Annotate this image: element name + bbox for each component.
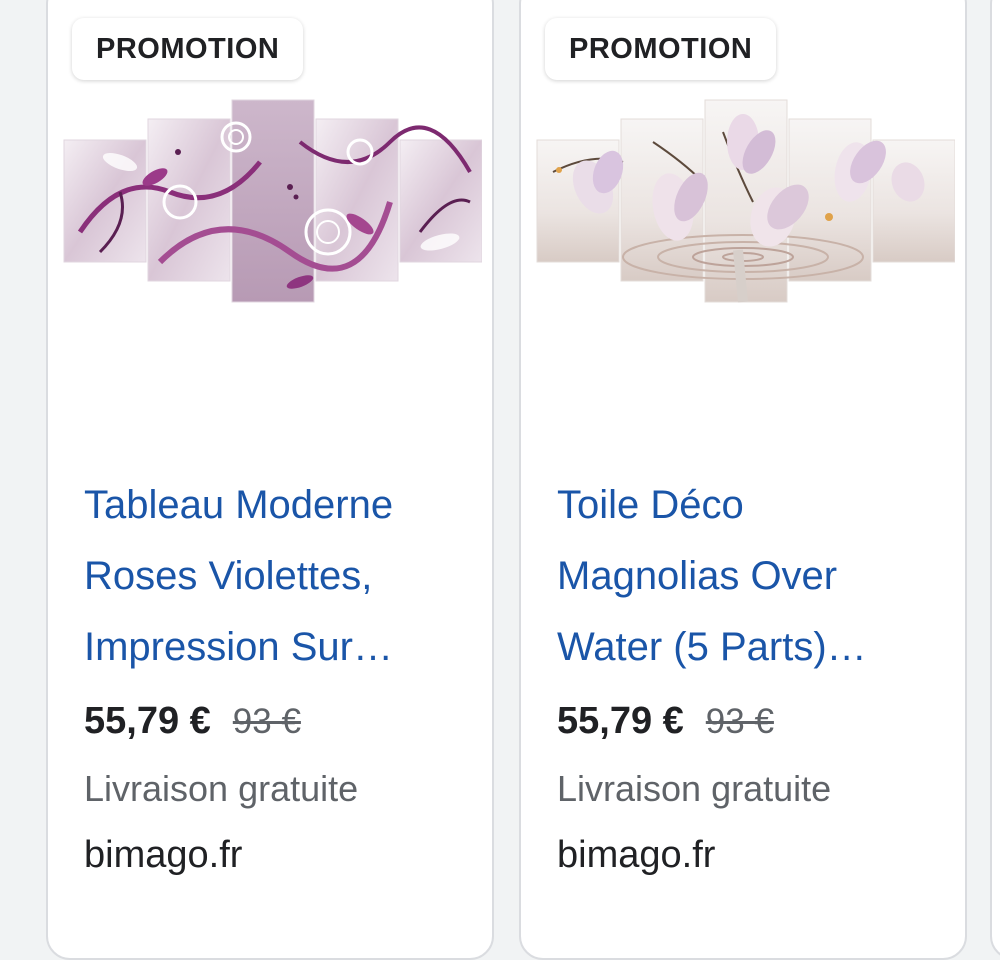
promotion-badge: PROMOTION bbox=[72, 18, 304, 80]
price-row: 55,79 € 93 € bbox=[557, 700, 774, 743]
price-row: 55,79 € 93 € bbox=[84, 700, 301, 743]
original-price: 93 € bbox=[232, 702, 301, 741]
promotion-badge: PROMOTION bbox=[545, 18, 777, 80]
current-price: 55,79 € bbox=[557, 700, 684, 742]
original-price: 93 € bbox=[705, 702, 774, 741]
product-title-link[interactable]: Tableau Moderne Roses Violettes, Impress… bbox=[84, 470, 464, 683]
seller-name: bimago.fr bbox=[84, 834, 243, 876]
delivery-info: Livraison gratuite bbox=[557, 768, 832, 809]
current-price: 55,79 € bbox=[84, 700, 211, 742]
product-title-link[interactable]: Toile Déco Magnolias Over Water (5 Parts… bbox=[557, 470, 937, 683]
product-card[interactable]: PROMOTION Tableau Moderne Roses Violette… bbox=[46, 0, 494, 960]
seller-name: bimago.fr bbox=[557, 834, 716, 876]
product-card[interactable]: PROMOTION Toile Déco Magnolias Over Wate… bbox=[519, 0, 967, 960]
delivery-info: Livraison gratuite bbox=[84, 768, 359, 809]
product-card-partial[interactable] bbox=[990, 0, 1000, 960]
